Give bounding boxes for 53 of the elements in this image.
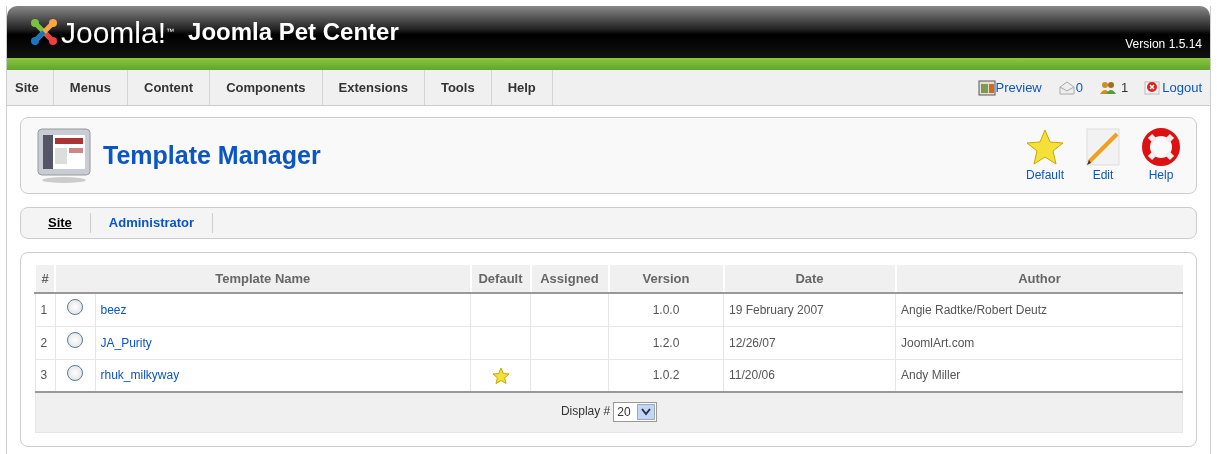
menu-item[interactable]: Menus: [53, 70, 128, 105]
radio-button[interactable]: [67, 364, 83, 381]
edit-button[interactable]: Edit: [1078, 127, 1128, 184]
help-button[interactable]: Help: [1136, 127, 1186, 184]
template-link[interactable]: rhuk_milkyway: [100, 368, 180, 383]
radio-button[interactable]: [67, 332, 83, 348]
trademark-mark: ™: [166, 26, 175, 38]
table-cell: 1.0.0: [608, 293, 724, 326]
default-button[interactable]: Default: [1020, 127, 1070, 184]
preview-link[interactable]: Preview: [977, 77, 1042, 98]
submenu-tab[interactable]: Site: [43, 213, 91, 233]
submenu-tab[interactable]: Administrator: [90, 213, 214, 233]
column-header: Default: [470, 265, 531, 293]
users-icon: [1099, 79, 1117, 96]
column-header: Template Name: [55, 265, 471, 293]
logout-link[interactable]: Logout: [1144, 77, 1202, 98]
lifebuoy-icon: [1141, 127, 1181, 166]
version-text: Version 1.5.14: [1125, 36, 1202, 53]
column-header: Author: [895, 265, 1183, 293]
logo-text: Joomla!: [61, 14, 167, 51]
preview-icon: [977, 80, 996, 97]
menu-item[interactable]: Tools: [424, 70, 492, 105]
page-title: Template Manager: [103, 139, 321, 171]
radio-button[interactable]: [67, 299, 83, 316]
column-header: #: [35, 265, 55, 293]
menu-item[interactable]: Extensions: [322, 70, 425, 105]
menu-item[interactable]: Components: [210, 70, 323, 105]
chevron-down-icon: [640, 408, 651, 417]
users-count: 1: [1099, 77, 1129, 98]
column-header: Assigned: [530, 265, 609, 293]
column-header: Date: [723, 265, 896, 293]
template-link[interactable]: beez: [100, 302, 127, 317]
column-header: Version: [608, 265, 724, 293]
display-select[interactable]: 20: [613, 402, 657, 423]
template-icon: [37, 127, 91, 184]
table-cell: Angie Radtke/Robert Deutz: [895, 293, 1183, 326]
table-cell: 19 February 2007: [723, 293, 896, 326]
row-number: 2: [35, 326, 55, 359]
table-cell: 12/26/07: [723, 326, 896, 359]
template-link[interactable]: JA_Purity: [100, 335, 152, 350]
site-title: Joomla Pet Center: [188, 17, 399, 47]
star-icon: [1025, 127, 1065, 166]
menu-item[interactable]: Help: [491, 70, 553, 105]
table-cell: 1.2.0: [608, 326, 724, 359]
menu-item[interactable]: Content: [128, 70, 211, 105]
menu-item[interactable]: Site: [7, 70, 54, 105]
logout-icon: [1144, 80, 1163, 97]
envelope-icon: [1057, 80, 1076, 97]
row-number: 1: [35, 293, 55, 326]
table-cell: JoomlArt.com: [895, 326, 1183, 359]
display-label: Display #: [560, 404, 611, 419]
messages-link[interactable]: 0: [1057, 77, 1083, 98]
pencil-icon: [1083, 127, 1123, 166]
